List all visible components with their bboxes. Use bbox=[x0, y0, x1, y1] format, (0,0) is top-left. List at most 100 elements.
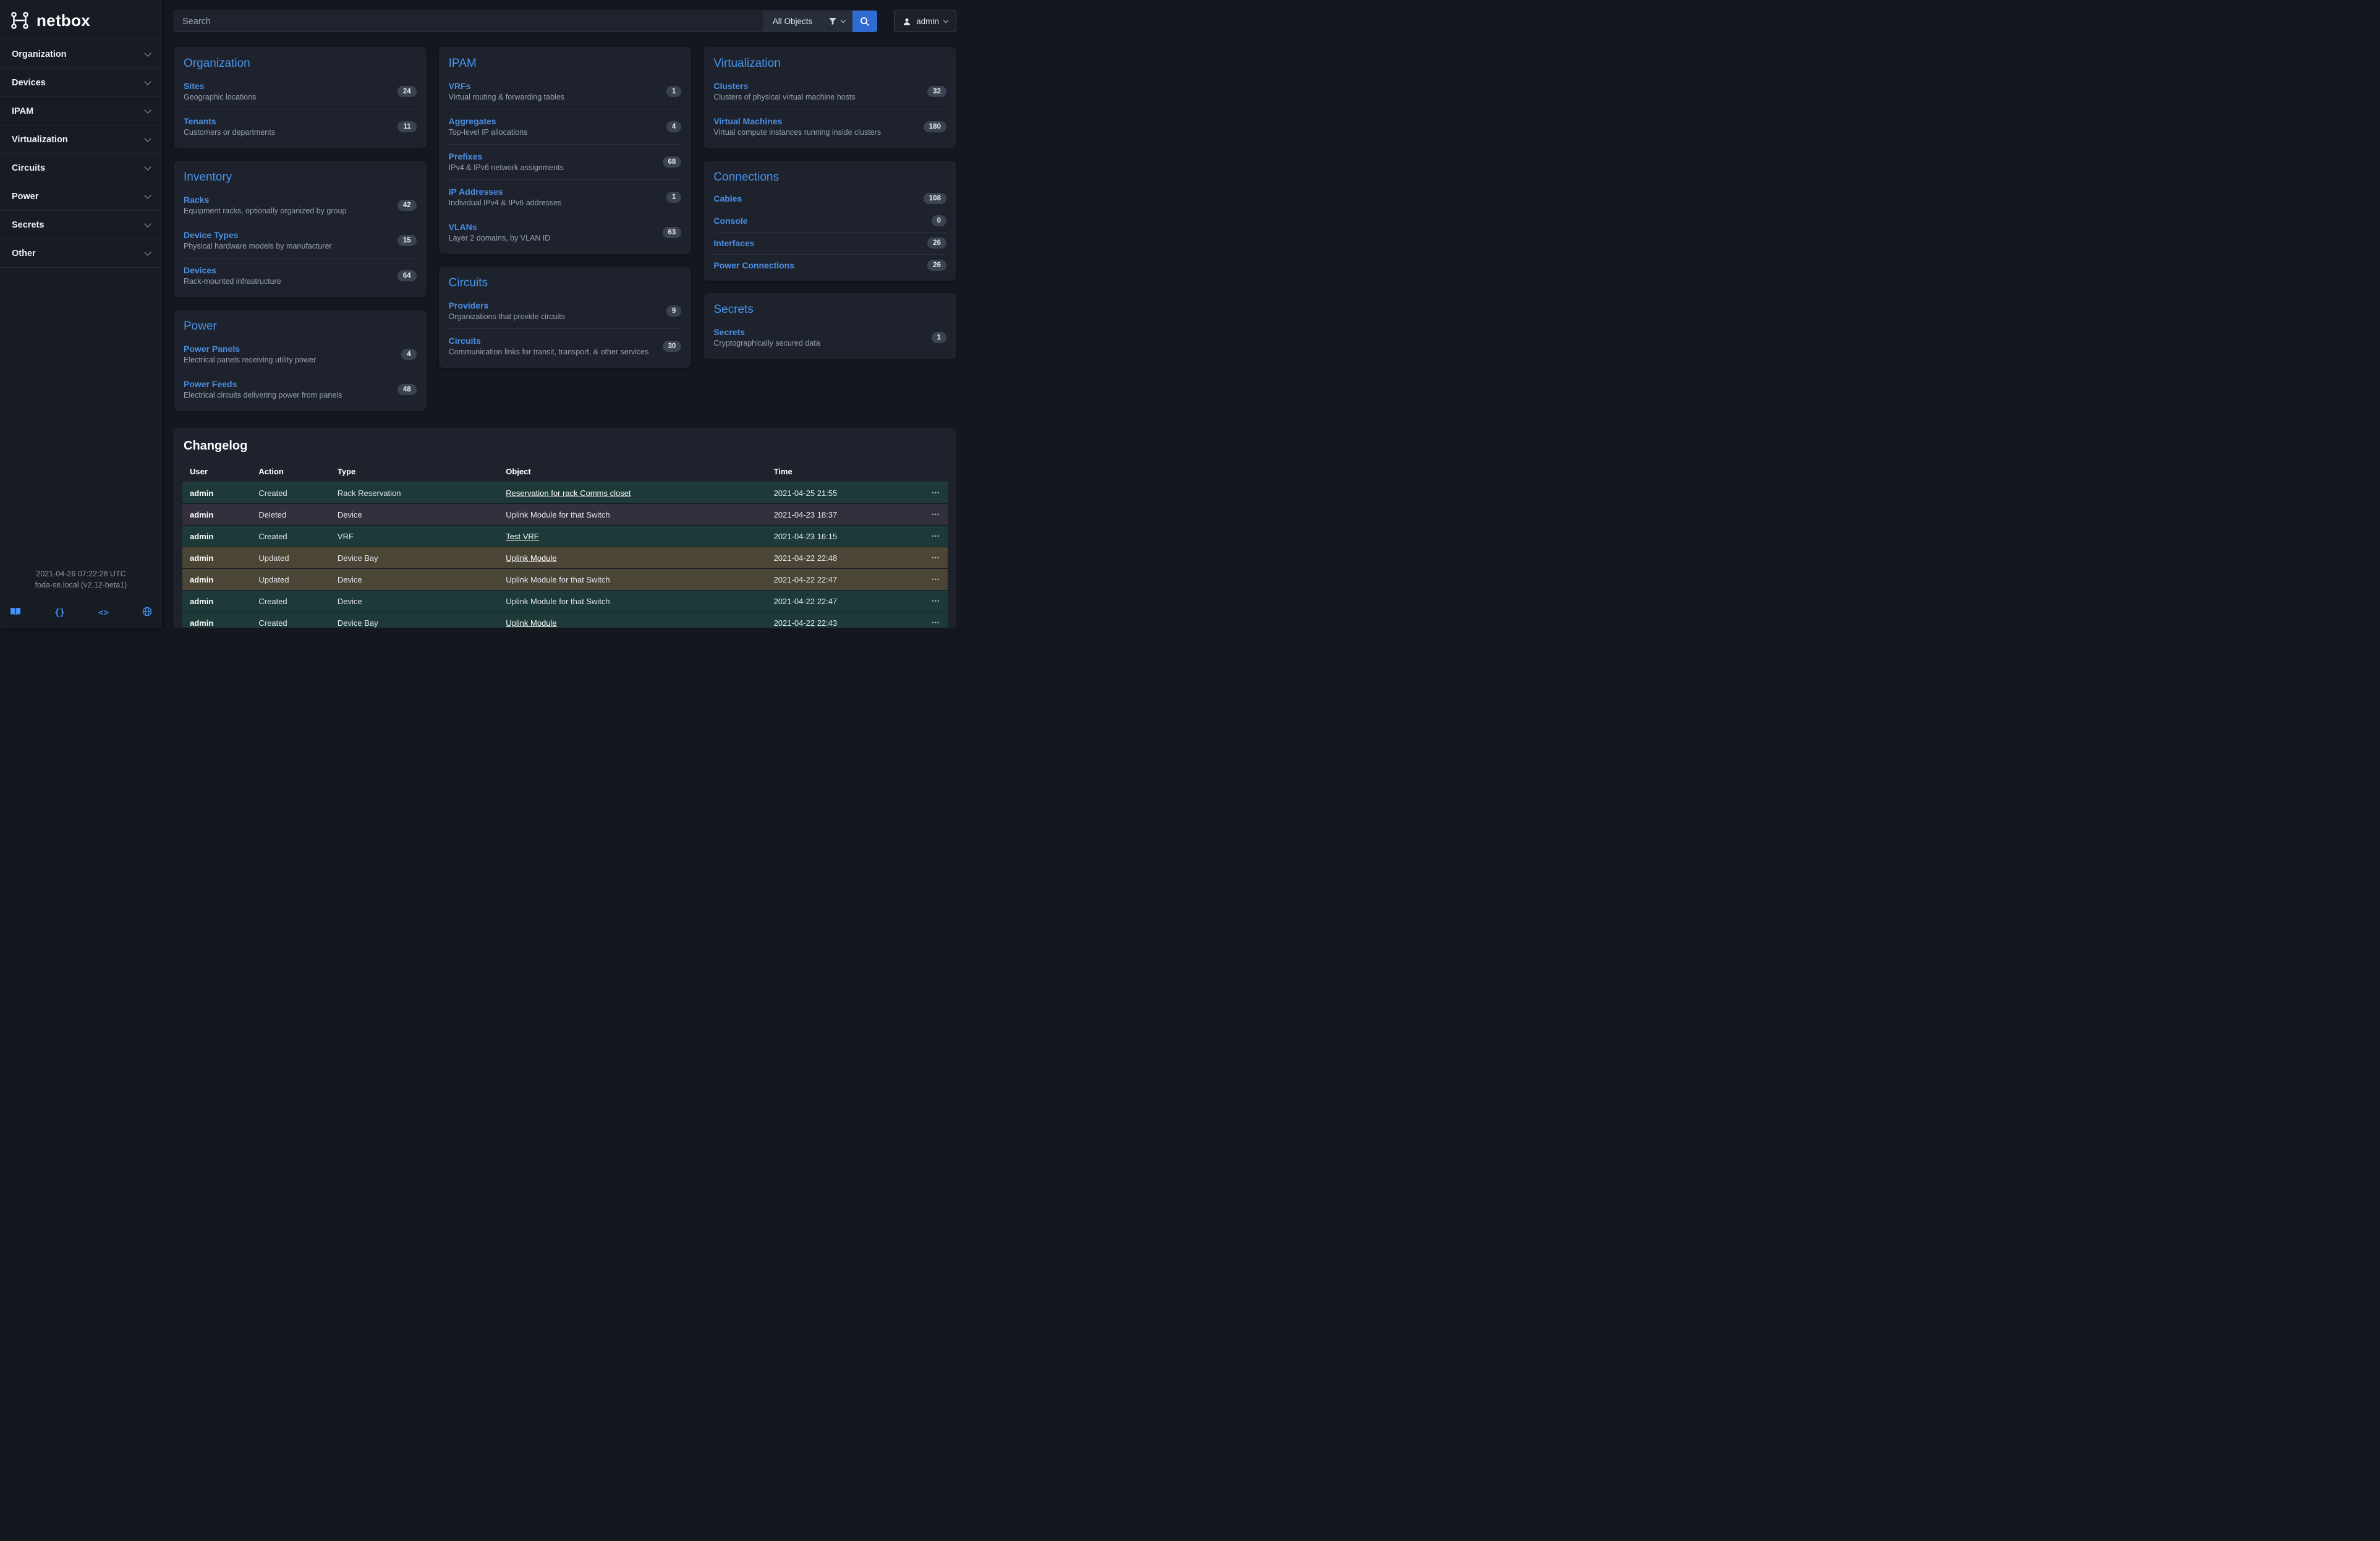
sidebar-item-secrets[interactable]: Secrets bbox=[0, 211, 162, 239]
changelog-time-cell: 2021-04-25 21:55 bbox=[767, 482, 921, 504]
card-power: PowerPower PanelsElectrical panels recei… bbox=[174, 310, 427, 411]
user-menu-button[interactable]: admin bbox=[894, 11, 956, 32]
item-description: Virtual routing & forwarding tables bbox=[449, 93, 564, 101]
item-link-providers[interactable]: Providers bbox=[449, 301, 565, 310]
changelog-object-cell: Uplink Module for that Switch bbox=[498, 591, 766, 612]
count-badge: 26 bbox=[927, 260, 946, 271]
netbox-logo-icon bbox=[10, 11, 30, 30]
item-link-tenants[interactable]: Tenants bbox=[184, 116, 275, 126]
item-link-interfaces[interactable]: Interfaces bbox=[713, 238, 754, 248]
user-icon bbox=[903, 17, 911, 26]
item-link-power-feeds[interactable]: Power Feeds bbox=[184, 379, 342, 389]
card-title-link-connections[interactable]: Connections bbox=[713, 171, 779, 184]
sidebar-item-organization[interactable]: Organization bbox=[0, 40, 162, 69]
card-item: IP AddressesIndividual IPv4 & IPv6 addre… bbox=[449, 179, 682, 215]
sidebar-item-devices[interactable]: Devices bbox=[0, 69, 162, 97]
sidebar-item-power[interactable]: Power bbox=[0, 182, 162, 211]
item-link-secrets[interactable]: Secrets bbox=[713, 327, 820, 337]
search-input[interactable] bbox=[174, 11, 763, 32]
item-link-racks[interactable]: Racks bbox=[184, 195, 346, 205]
item-link-cables[interactable]: Cables bbox=[713, 194, 742, 203]
item-description: Equipment racks, optionally organized by… bbox=[184, 207, 346, 215]
api-braces-icon[interactable]: {} bbox=[54, 608, 65, 618]
sidebar-item-circuits[interactable]: Circuits bbox=[0, 154, 162, 182]
item-link-sites[interactable]: Sites bbox=[184, 81, 256, 91]
item-description: Communication links for transit, transpo… bbox=[449, 348, 649, 356]
card-title-link-power[interactable]: Power bbox=[184, 320, 217, 333]
item-link-clusters[interactable]: Clusters bbox=[713, 81, 855, 91]
item-link-ip-addresses[interactable]: IP Addresses bbox=[449, 187, 562, 197]
item-link-aggregates[interactable]: Aggregates bbox=[449, 116, 528, 126]
search-scope-button[interactable]: All Objects bbox=[763, 11, 822, 32]
community-globe-icon[interactable] bbox=[142, 607, 152, 619]
search-filter-button[interactable] bbox=[822, 11, 852, 32]
row-menu-button[interactable]: ⋯ bbox=[921, 612, 948, 628]
card-item-list: Racks Equipment racks, optionally organiz… bbox=[184, 188, 417, 293]
card-organization: Organization SitesGeographic locations24T… bbox=[174, 47, 427, 148]
object-link[interactable]: Uplink Module bbox=[506, 618, 556, 628]
chevron-down-icon bbox=[144, 192, 151, 198]
row-menu-button[interactable]: ⋯ bbox=[921, 504, 948, 526]
card-item-list: ProvidersOrganizations that provide circ… bbox=[449, 294, 682, 364]
changelog-type-cell: Device bbox=[330, 569, 498, 591]
sidebar-item-label: Secrets bbox=[12, 220, 44, 230]
item-link-devices[interactable]: Devices bbox=[184, 265, 281, 275]
row-menu-button[interactable]: ⋯ bbox=[921, 547, 948, 569]
card-item: Cables108 bbox=[713, 188, 946, 210]
sidebar-item-other[interactable]: Other bbox=[0, 239, 162, 268]
item-link-device-types[interactable]: Device Types bbox=[184, 230, 332, 240]
sidebar: netbox OrganizationDevicesIPAMVirtualiza… bbox=[0, 0, 162, 628]
object-link[interactable]: Test VRF bbox=[506, 532, 538, 541]
card-item: PrefixesIPv4 & IPv6 network assignments 6… bbox=[449, 144, 682, 179]
item-link-power-connections[interactable]: Power Connections bbox=[713, 260, 794, 270]
count-badge: 32 bbox=[927, 86, 946, 97]
chevron-down-icon bbox=[144, 163, 151, 170]
card-title-link-circuits[interactable]: Circuits bbox=[449, 276, 488, 290]
card-title-link-ipam[interactable]: IPAM bbox=[449, 57, 477, 70]
changelog-action-cell: Created bbox=[251, 591, 330, 612]
card-item: DevicesRack-mounted infrastructure64 bbox=[184, 258, 417, 293]
changelog-row: adminCreatedVRFTest VRF2021-04-23 16:15⋯ bbox=[182, 526, 948, 547]
code-icon[interactable]: <> bbox=[98, 608, 109, 618]
card-item: Circuits Communication links for transit,… bbox=[449, 328, 682, 364]
row-menu-button[interactable]: ⋯ bbox=[921, 591, 948, 612]
sidebar-item-virtualization[interactable]: Virtualization bbox=[0, 126, 162, 154]
card-title-link-inventory[interactable]: Inventory bbox=[184, 171, 232, 184]
changelog-row: adminUpdatedDevice BayUplink Module2021-… bbox=[182, 547, 948, 569]
item-link-vlans[interactable]: VLANs bbox=[449, 222, 551, 232]
card-title-link-virtualization[interactable]: Virtualization bbox=[713, 57, 780, 70]
card-item-text: PrefixesIPv4 & IPv6 network assignments bbox=[449, 152, 571, 172]
card-item: AggregatesTop-level IP allocations4 bbox=[449, 109, 682, 144]
card-item-list: SitesGeographic locations24TenantsCustom… bbox=[184, 74, 417, 144]
changelog-row: adminCreatedDeviceUplink Module for that… bbox=[182, 591, 948, 612]
changelog-body: adminCreatedRack ReservationReservation … bbox=[182, 482, 948, 628]
card-title-link-organization[interactable]: Organization bbox=[184, 57, 250, 70]
item-description: Individual IPv4 & IPv6 addresses bbox=[449, 198, 562, 207]
item-link-virtual-machines[interactable]: Virtual Machines bbox=[713, 116, 881, 126]
item-link-power-panels[interactable]: Power Panels bbox=[184, 344, 316, 354]
changelog-action-cell: Deleted bbox=[251, 504, 330, 526]
changelog-object-cell: Test VRF bbox=[498, 526, 766, 547]
card-title-link-secrets[interactable]: Secrets bbox=[713, 303, 753, 317]
row-menu-button[interactable]: ⋯ bbox=[921, 482, 948, 504]
sidebar-footer: 2021-04-26 07:22:28 UTC foda-se.local (v… bbox=[0, 568, 162, 628]
changelog-table-head: UserActionTypeObjectTime bbox=[182, 462, 948, 482]
sidebar-item-ipam[interactable]: IPAM bbox=[0, 97, 162, 126]
card-item: SecretsCryptographically secured data1 bbox=[713, 320, 946, 355]
docs-book-icon[interactable] bbox=[10, 607, 21, 618]
item-link-prefixes[interactable]: Prefixes bbox=[449, 152, 564, 161]
row-menu-button[interactable]: ⋯ bbox=[921, 569, 948, 591]
row-menu-button[interactable]: ⋯ bbox=[921, 526, 948, 547]
count-badge: 68 bbox=[663, 156, 682, 168]
search-submit-button[interactable] bbox=[852, 11, 877, 32]
brand-logo[interactable]: netbox bbox=[0, 0, 162, 40]
count-badge: 48 bbox=[397, 384, 417, 395]
changelog-column-header: Type bbox=[330, 462, 498, 482]
object-link[interactable]: Reservation for rack Comms closet bbox=[506, 489, 631, 498]
item-link-vrfs[interactable]: VRFs bbox=[449, 81, 564, 91]
item-link-console[interactable]: Console bbox=[713, 216, 747, 226]
count-badge: 42 bbox=[397, 200, 417, 211]
search-scope-label: All Objects bbox=[773, 17, 813, 26]
object-link[interactable]: Uplink Module bbox=[506, 553, 556, 563]
item-link-circuits[interactable]: Circuits bbox=[449, 336, 649, 346]
